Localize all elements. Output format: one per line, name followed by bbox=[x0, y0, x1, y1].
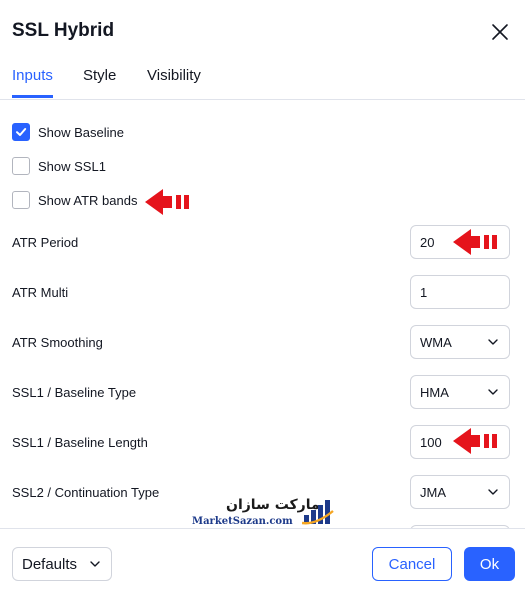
show-atr-bands-checkbox[interactable] bbox=[12, 191, 30, 209]
atr-smoothing-select[interactable]: WMA bbox=[410, 325, 510, 359]
ok-button[interactable]: Ok bbox=[464, 547, 515, 581]
cancel-button[interactable]: Cancel bbox=[372, 547, 452, 581]
watermark: مارکت سازان MarketSazan.com bbox=[190, 497, 335, 529]
dialog-title: SSL Hybrid bbox=[12, 20, 115, 41]
atr-multi-label: ATR Multi bbox=[12, 285, 69, 300]
show-baseline-row[interactable]: Show Baseline bbox=[12, 122, 124, 142]
inputs-panel: Show Baseline Show SSL1 Show ATR bands A… bbox=[0, 100, 525, 528]
show-ssl1-label: Show SSL1 bbox=[38, 158, 106, 174]
chevron-down-icon bbox=[488, 389, 498, 395]
tab-style[interactable]: Style bbox=[83, 67, 116, 95]
watermark-en-text: MarketSazan.com bbox=[192, 516, 293, 527]
tab-visibility[interactable]: Visibility bbox=[147, 67, 201, 95]
atr-period-label: ATR Period bbox=[12, 235, 79, 250]
atr-smoothing-value: WMA bbox=[420, 334, 452, 350]
red-arrow-annotation-icon bbox=[145, 189, 189, 215]
ssl2-continuation-type-label: SSL2 / Continuation Type bbox=[12, 485, 160, 500]
dialog-footer: Defaults Cancel Ok bbox=[0, 528, 525, 596]
ssl1-baseline-type-label: SSL1 / Baseline Type bbox=[12, 385, 137, 400]
check-icon bbox=[16, 128, 27, 136]
atr-smoothing-label: ATR Smoothing bbox=[12, 335, 103, 350]
tab-bar: Inputs Style Visibility bbox=[0, 62, 525, 100]
dialog-header: SSL Hybrid bbox=[0, 0, 525, 62]
show-baseline-checkbox[interactable] bbox=[12, 123, 30, 141]
chevron-down-icon bbox=[488, 489, 498, 495]
bar-chart-logo-icon bbox=[302, 500, 334, 525]
ssl1-baseline-length-label: SSL1 / Baseline Length bbox=[12, 435, 148, 450]
ssl2-continuation-type-select[interactable]: JMA bbox=[410, 475, 510, 509]
ssl1-baseline-type-value: HMA bbox=[420, 384, 449, 400]
show-atr-bands-label: Show ATR bands bbox=[38, 192, 138, 208]
close-button[interactable] bbox=[488, 20, 512, 44]
show-ssl1-checkbox[interactable] bbox=[12, 157, 30, 175]
close-icon[interactable] bbox=[488, 20, 512, 44]
atr-multi-input[interactable] bbox=[410, 275, 510, 309]
red-arrow-annotation-icon bbox=[453, 428, 497, 454]
defaults-dropdown[interactable]: Defaults bbox=[12, 547, 112, 581]
tab-inputs[interactable]: Inputs bbox=[12, 67, 53, 98]
chevron-down-icon bbox=[90, 561, 100, 567]
show-atr-bands-row[interactable]: Show ATR bands bbox=[12, 190, 137, 210]
defaults-label: Defaults bbox=[22, 555, 78, 573]
ssl1-baseline-type-select[interactable]: HMA bbox=[410, 375, 510, 409]
red-arrow-annotation-icon bbox=[453, 229, 497, 255]
chevron-down-icon bbox=[488, 339, 498, 345]
show-baseline-label: Show Baseline bbox=[38, 124, 124, 140]
show-ssl1-row[interactable]: Show SSL1 bbox=[12, 156, 106, 176]
ssl2-continuation-type-value: JMA bbox=[420, 484, 446, 500]
